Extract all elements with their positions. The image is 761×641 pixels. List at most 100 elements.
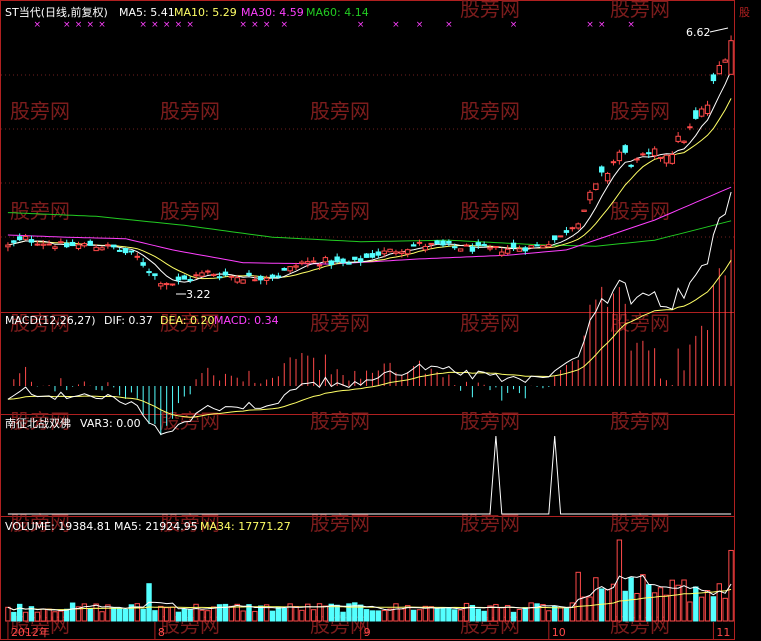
watermark-text: 股旁网 <box>610 511 670 535</box>
candle-body <box>5 244 11 248</box>
candle-body <box>663 154 670 164</box>
candle-body <box>357 258 364 263</box>
candle-body <box>646 152 652 155</box>
signal-mark: × <box>357 20 365 30</box>
candle-body <box>363 253 370 258</box>
candle-body <box>93 246 99 252</box>
candle-body <box>305 261 311 264</box>
candle-body <box>634 158 640 161</box>
volume-bar <box>152 610 158 622</box>
volume-bar <box>181 608 188 622</box>
candle-body <box>40 243 46 246</box>
edge-glyph: 股 <box>739 6 750 19</box>
volume-bar <box>581 596 587 622</box>
candle-body <box>693 110 699 119</box>
candle-body <box>493 246 499 249</box>
watermark-text: 股旁网 <box>310 199 370 223</box>
candle-body <box>434 240 440 245</box>
watermark-text: 股旁网 <box>160 99 220 123</box>
volume-bar <box>369 610 376 622</box>
volume-bar <box>475 608 481 622</box>
volume-bar <box>122 608 129 622</box>
candle-body <box>581 209 587 212</box>
watermark-text: 股旁网 <box>460 199 520 223</box>
candle-body <box>163 283 170 286</box>
candle-body <box>722 59 728 63</box>
volume-bar <box>704 590 711 622</box>
candle-body <box>557 235 564 238</box>
candle-body <box>446 240 452 244</box>
var3-line <box>7 435 732 515</box>
volume-bar <box>593 577 599 622</box>
volume-bar <box>546 610 552 622</box>
time-label: 2012年 <box>11 625 50 639</box>
watermark-text: 股旁网 <box>310 99 370 123</box>
candle-body <box>440 240 446 246</box>
candle-body <box>64 242 70 248</box>
candle-body <box>375 251 382 256</box>
candle-body <box>28 239 35 243</box>
watermark-text: 股旁网 <box>460 99 520 123</box>
candle-body <box>199 272 205 277</box>
candle-body <box>328 260 334 266</box>
ma5-label: MA5: 5.41 <box>119 6 175 19</box>
volume-bar <box>199 609 205 622</box>
candle-body <box>369 253 376 258</box>
volume-bar <box>452 609 458 622</box>
ma60-label: MA60: 4.14 <box>306 6 369 19</box>
candle-body <box>428 242 434 245</box>
watermark-text: 股旁网 <box>310 311 370 335</box>
candle-body <box>175 276 182 281</box>
signal-mark: × <box>251 20 259 30</box>
signal-mark: × <box>586 20 594 30</box>
volume-bar <box>381 610 387 622</box>
signal-mark: × <box>280 20 288 30</box>
macd-value-label: MACD: 0.34 <box>214 314 279 327</box>
ma10-line <box>7 98 732 280</box>
candle-body <box>99 247 105 251</box>
candle-body <box>22 236 29 240</box>
watermark-text: 股旁网 <box>10 199 70 223</box>
volume-bar <box>563 607 570 622</box>
volume-bar <box>522 607 528 622</box>
candle-body <box>87 240 93 246</box>
candle-body <box>728 40 734 75</box>
candle-body <box>487 247 493 250</box>
candle-body <box>275 275 282 278</box>
price-panel: × × × × × × × × × × × × × × × × × × × × × × <box>5 20 734 290</box>
volume-bar <box>393 603 399 622</box>
watermark-text: 股旁网 <box>610 0 670 21</box>
volume-bar <box>675 584 681 622</box>
candle-body <box>504 248 511 254</box>
candle-body <box>405 249 411 255</box>
volume-bar <box>99 611 105 622</box>
signal-mark: × <box>392 20 400 30</box>
candle-body <box>293 265 299 268</box>
volume-bar <box>616 539 623 622</box>
candle-body <box>81 243 88 247</box>
volume-bar <box>710 596 717 622</box>
candle-body <box>252 279 258 282</box>
price-title: ST当代(日线,前复权) <box>5 5 108 19</box>
candle-body <box>352 256 358 260</box>
volume-bar <box>434 607 440 622</box>
candle-body <box>551 235 558 241</box>
candle-body <box>475 242 481 246</box>
volume-bar <box>205 610 211 622</box>
signal-mark: × <box>151 20 159 30</box>
candle-body <box>269 274 276 278</box>
volume-bar <box>169 606 176 622</box>
time-label: 11 <box>716 626 730 639</box>
candle-body <box>58 241 64 244</box>
candle-body <box>128 250 135 253</box>
candle-body <box>169 283 176 286</box>
volume-bar <box>211 606 217 622</box>
candle-body <box>651 148 658 157</box>
candle-body <box>105 244 111 247</box>
candle-body <box>187 279 193 282</box>
signal-mark: × <box>239 20 247 30</box>
candle-body <box>222 271 229 276</box>
candle-body <box>334 256 340 262</box>
volume-bar <box>11 611 17 622</box>
volume-bar <box>428 606 434 622</box>
